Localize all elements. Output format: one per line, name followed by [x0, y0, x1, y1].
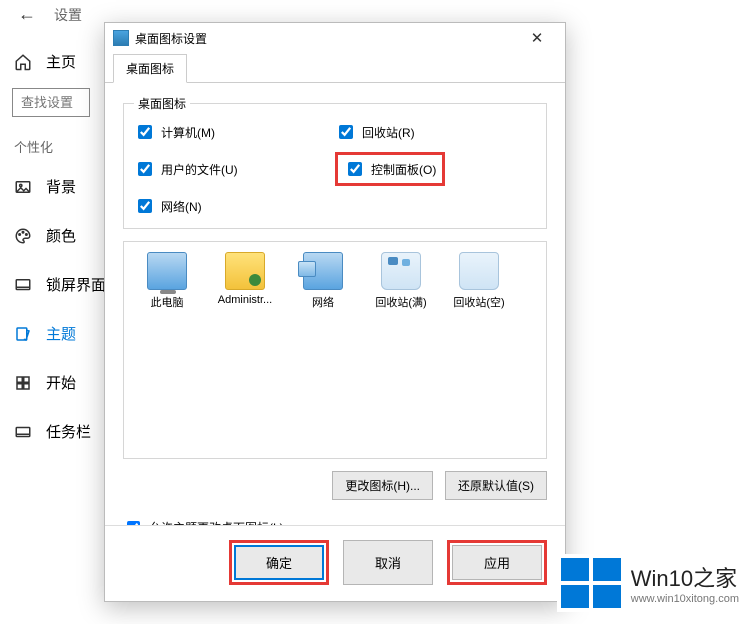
picture-icon	[14, 178, 32, 196]
watermark: Win10之家 www.win10xitong.com	[557, 554, 747, 612]
preview-item-recycle-full[interactable]: 回收站(满)	[364, 252, 438, 310]
checkbox-userfiles[interactable]: 用户的文件(U)	[134, 159, 335, 179]
search-input[interactable]	[12, 88, 90, 117]
dialog-title: 桌面图标设置	[135, 30, 207, 47]
preview-label: 回收站(空)	[453, 294, 504, 310]
nav-item-label: 锁屏界面	[46, 274, 106, 295]
network-icon	[303, 252, 343, 290]
preview-item-network[interactable]: 网络	[286, 252, 360, 310]
settings-title: 设置	[54, 5, 82, 25]
highlight-ok: 确定	[229, 540, 329, 585]
nav-item-label: 颜色	[46, 225, 76, 246]
icon-preview-list: 此电脑 Administr... 网络 回收站(满) 回收站(空)	[123, 241, 547, 459]
tab-desktop-icons[interactable]: 桌面图标	[113, 54, 187, 83]
desktop-icons-group: 桌面图标 计算机(M) 回收站(R) 用户的文件(U)	[123, 95, 547, 229]
dialog-footer: 确定 取消 应用	[105, 525, 565, 601]
checkbox-computer-input[interactable]	[138, 125, 152, 139]
nav-item-label: 任务栏	[46, 421, 91, 442]
recycle-bin-full-icon	[381, 252, 421, 290]
checkbox-network-input[interactable]	[138, 199, 152, 213]
tab-strip: 桌面图标	[105, 53, 565, 83]
checkbox-computer[interactable]: 计算机(M)	[134, 122, 335, 142]
checkbox-label: 控制面板(O)	[371, 161, 436, 178]
preview-item-this-pc[interactable]: 此电脑	[130, 252, 204, 310]
preview-label: 回收站(满)	[375, 294, 426, 310]
desktop-icon-settings-dialog: 桌面图标设置 ✕ 桌面图标 桌面图标 计算机(M) 回收站(R) 用户的文件(U…	[104, 22, 566, 602]
group-legend: 桌面图标	[134, 95, 190, 112]
icon-action-row: 更改图标(H)... 还原默认值(S)	[123, 471, 547, 500]
dialog-app-icon	[113, 30, 129, 46]
this-pc-icon	[147, 252, 187, 290]
dialog-body: 桌面图标 计算机(M) 回收站(R) 用户的文件(U)	[105, 83, 565, 525]
watermark-title: Win10之家	[631, 561, 739, 593]
back-arrow-icon[interactable]: ←	[18, 4, 36, 25]
checkbox-userfiles-input[interactable]	[138, 162, 152, 176]
home-label: 主页	[46, 51, 76, 72]
preview-label: 此电脑	[151, 294, 184, 310]
home-icon	[14, 53, 32, 71]
checkbox-recycle[interactable]: 回收站(R)	[335, 122, 536, 142]
nav-item-label: 背景	[46, 176, 76, 197]
highlight-control-panel: 控制面板(O)	[335, 152, 445, 186]
close-icon[interactable]: ✕	[517, 29, 557, 47]
restore-defaults-button[interactable]: 还原默认值(S)	[445, 471, 547, 500]
windows-logo-icon	[561, 558, 621, 608]
themes-icon	[14, 325, 32, 343]
checkbox-label: 回收站(R)	[362, 124, 415, 141]
checkbox-network[interactable]: 网络(N)	[134, 196, 335, 216]
checkbox-label: 网络(N)	[161, 198, 202, 215]
checkbox-label: 计算机(M)	[161, 124, 215, 141]
allow-theme-checkbox[interactable]: 允许主题更改桌面图标(L)	[123, 518, 547, 525]
preview-label: Administr...	[218, 294, 272, 306]
checkbox-control-panel[interactable]: 控制面板(O)	[344, 159, 436, 179]
start-icon	[14, 374, 32, 392]
taskbar-icon	[14, 423, 32, 441]
ok-button[interactable]: 确定	[234, 545, 324, 580]
checkbox-label: 用户的文件(U)	[161, 161, 238, 178]
checkbox-recycle-input[interactable]	[339, 125, 353, 139]
preview-item-user[interactable]: Administr...	[208, 252, 282, 306]
lockscreen-icon	[14, 276, 32, 294]
change-icon-button[interactable]: 更改图标(H)...	[332, 471, 433, 500]
user-folder-icon	[225, 252, 265, 290]
nav-item-label: 开始	[46, 372, 76, 393]
palette-icon	[14, 227, 32, 245]
dialog-titlebar[interactable]: 桌面图标设置 ✕	[105, 23, 565, 53]
nav-item-label: 主题	[46, 323, 76, 344]
preview-item-recycle-empty[interactable]: 回收站(空)	[442, 252, 516, 310]
watermark-url: www.win10xitong.com	[631, 593, 739, 605]
recycle-bin-empty-icon	[459, 252, 499, 290]
checkbox-control-panel-input[interactable]	[348, 162, 362, 176]
preview-label: 网络	[312, 294, 334, 310]
highlight-apply: 应用	[447, 540, 547, 585]
cancel-button[interactable]: 取消	[343, 540, 433, 585]
apply-button[interactable]: 应用	[452, 545, 542, 580]
